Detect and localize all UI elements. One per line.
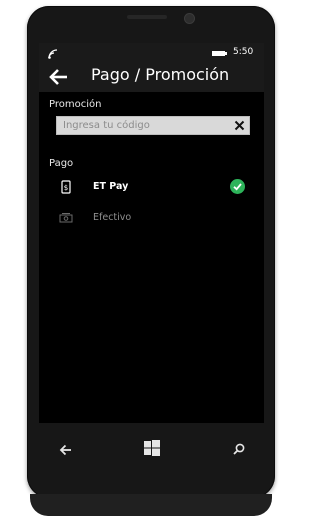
- app-screen: 5:50 Pago / Promoción Promoción Pago $ E…: [39, 43, 264, 423]
- promotion-section-label: Promoción: [49, 99, 102, 110]
- system-back-icon[interactable]: [59, 443, 73, 457]
- clear-icon[interactable]: [234, 120, 245, 131]
- cash-icon: [59, 213, 73, 223]
- payment-method-label: ET Pay: [93, 181, 129, 192]
- wifi-signal-icon: [48, 49, 58, 59]
- windows-home-icon[interactable]: [144, 440, 160, 456]
- payment-section-label: Pago: [49, 158, 74, 169]
- page-title: Pago / Promoción: [91, 65, 230, 84]
- phone-frame: 5:50 Pago / Promoción Promoción Pago $ E…: [27, 6, 275, 498]
- promo-code-input[interactable]: [57, 117, 233, 134]
- phone-payment-icon: $: [61, 180, 71, 194]
- payment-method-label: Efectivo: [93, 212, 132, 223]
- system-nav-bar: [39, 431, 264, 471]
- payment-method-etpay[interactable]: $ ET Pay: [39, 176, 264, 200]
- status-time: 5:50: [233, 47, 254, 57]
- promo-code-field: [56, 116, 250, 135]
- back-arrow-icon[interactable]: [48, 67, 70, 87]
- app-header: Pago / Promoción: [39, 62, 264, 92]
- earpiece-speaker: [127, 15, 167, 19]
- selected-check-icon: [230, 179, 245, 194]
- search-icon[interactable]: [233, 443, 245, 455]
- front-camera: [184, 13, 195, 24]
- phone-bottom-edge: [30, 494, 272, 516]
- battery-icon: [212, 51, 227, 56]
- svg-text:$: $: [64, 184, 68, 192]
- payment-method-efectivo[interactable]: Efectivo: [39, 207, 264, 231]
- status-bar: 5:50: [39, 43, 264, 62]
